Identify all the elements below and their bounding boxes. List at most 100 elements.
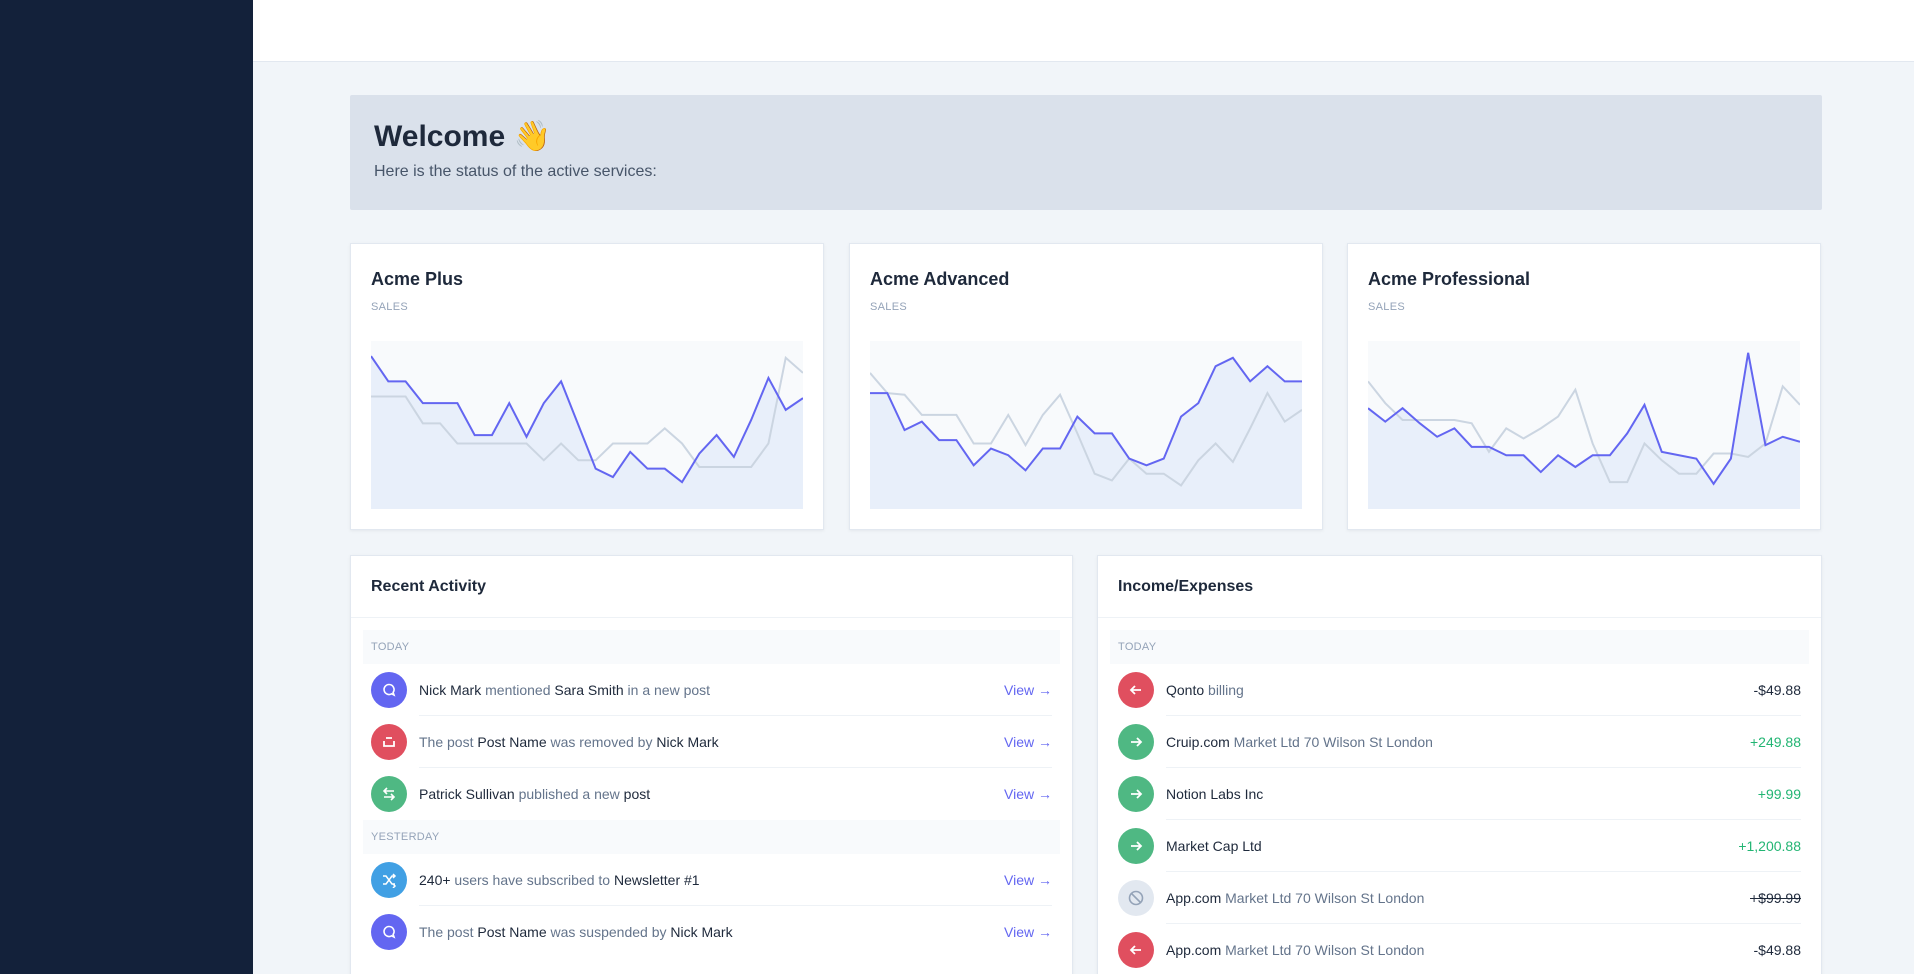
item-text-strong: 240+ bbox=[419, 871, 451, 888]
activity-item: Nick Mark mentioned Sara Smith in a new … bbox=[363, 664, 1060, 716]
chat-bubble-icon bbox=[371, 914, 407, 950]
sidebar bbox=[0, 0, 253, 974]
card-title: Recent Activity bbox=[351, 556, 1072, 618]
item-content: Qonto billing -$49.88 bbox=[1166, 664, 1801, 716]
item-content: Patrick Sullivan published a new post Vie… bbox=[419, 768, 1052, 820]
item-text-strong: Qonto bbox=[1166, 681, 1205, 698]
item-text: App.com Market Ltd 70 Wilson St London bbox=[1166, 942, 1424, 958]
item-text-normal: billing bbox=[1204, 681, 1244, 698]
transaction-item: App.com Market Ltd 70 Wilson St London +$… bbox=[1110, 872, 1809, 924]
activity-item: Patrick Sullivan published a new post Vie… bbox=[363, 768, 1060, 820]
group-label: TODAY bbox=[363, 630, 1060, 664]
transaction-item: Cruip.com Market Ltd 70 Wilson St London… bbox=[1110, 716, 1809, 768]
amount: -$49.88 bbox=[1753, 942, 1801, 958]
activity-list: TODAY Nick Mark mentioned Sara Smith in a… bbox=[351, 618, 1072, 970]
welcome-banner: Welcome 👋 Here is the status of the acti… bbox=[350, 95, 1822, 210]
view-link[interactable]: View → bbox=[1004, 872, 1052, 888]
recent-activity-card: Recent Activity TODAY Nick Mark mentioned… bbox=[350, 555, 1073, 974]
item-content: App.com Market Ltd 70 Wilson St London -$… bbox=[1166, 924, 1801, 974]
swap-arrows-icon bbox=[371, 776, 407, 812]
item-text-strong: Notion Labs Inc bbox=[1166, 785, 1264, 802]
item-text-normal: Market Ltd 70 Wilson St London bbox=[1221, 889, 1425, 906]
item-text: Cruip.com Market Ltd 70 Wilson St London bbox=[1166, 734, 1433, 750]
item-content: The post Post Name was removed by Nick M… bbox=[419, 716, 1052, 768]
item-text-strong: Newsletter #1 bbox=[613, 871, 700, 888]
chart-subtitle: SALES bbox=[1368, 301, 1405, 313]
sales-chart bbox=[371, 341, 803, 509]
arrow-left-icon bbox=[1118, 932, 1154, 968]
waving-hand-icon: 👋 bbox=[513, 120, 551, 153]
item-text-strong: App.com bbox=[1166, 942, 1222, 958]
amount: +1,200.88 bbox=[1738, 837, 1801, 854]
item-content: The post Post Name was suspended by Nick… bbox=[419, 906, 1052, 958]
group-label: TODAY bbox=[1110, 630, 1809, 664]
arrow-right-icon bbox=[1118, 724, 1154, 760]
welcome-title: Welcome 👋 bbox=[374, 119, 1798, 155]
item-text-strong: App.com bbox=[1166, 889, 1222, 906]
item-text-strong: Nick Mark bbox=[656, 733, 719, 750]
item-text-strong: Patrick Sullivan bbox=[419, 786, 515, 802]
arrow-right-icon bbox=[1118, 828, 1154, 864]
item-text-strong: Post Name bbox=[477, 924, 547, 940]
chart-subtitle: SALES bbox=[870, 301, 907, 313]
amount: -$49.88 bbox=[1753, 681, 1801, 698]
amount: +$99.99 bbox=[1750, 889, 1801, 906]
transaction-item: Notion Labs Inc +99.99 bbox=[1110, 768, 1809, 820]
amount: +249.88 bbox=[1750, 733, 1801, 750]
item-text-normal: The post bbox=[419, 924, 478, 940]
item-content: 240+ users have subscribed to Newsletter… bbox=[419, 854, 1052, 906]
item-text-strong: Nick Mark bbox=[670, 924, 733, 940]
item-text-strong: Post Name bbox=[477, 733, 547, 750]
item-content: App.com Market Ltd 70 Wilson St London +$… bbox=[1166, 872, 1801, 924]
chart-card-acme-advanced: Acme Advanced SALES bbox=[849, 243, 1323, 530]
sales-chart bbox=[870, 341, 1302, 509]
item-text: 240+ users have subscribed to Newsletter… bbox=[419, 872, 700, 888]
item-text-strong: Cruip.com bbox=[1166, 733, 1230, 750]
blocked-icon bbox=[1118, 880, 1154, 916]
transaction-item: Qonto billing -$49.88 bbox=[1110, 664, 1809, 716]
view-link[interactable]: View → bbox=[1004, 682, 1052, 698]
transaction-item: App.com Market Ltd 70 Wilson St London -$… bbox=[1110, 924, 1809, 974]
activity-item: The post Post Name was suspended by Nick… bbox=[363, 906, 1060, 958]
item-text: App.com Market Ltd 70 Wilson St London bbox=[1166, 890, 1424, 906]
activity-item: 240+ users have subscribed to Newsletter… bbox=[363, 854, 1060, 906]
item-content: Market Cap Ltd +1,200.88 bbox=[1166, 820, 1801, 872]
chart-title: Acme Advanced bbox=[870, 269, 1010, 289]
arrow-left-icon bbox=[1118, 672, 1154, 708]
view-link[interactable]: View → bbox=[1004, 734, 1052, 750]
chart-card-acme-professional: Acme Professional SALES bbox=[1347, 243, 1821, 530]
arrow-right-icon bbox=[1118, 776, 1154, 812]
view-link[interactable]: View → bbox=[1004, 786, 1052, 802]
item-text: The post Post Name was suspended by Nick… bbox=[419, 924, 733, 940]
item-text-normal: Market Ltd 70 Wilson St London bbox=[1221, 942, 1425, 958]
item-text-strong: Market Cap Ltd bbox=[1166, 837, 1262, 854]
item-text: Notion Labs Inc bbox=[1166, 786, 1263, 802]
item-text-strong: post bbox=[623, 786, 651, 802]
item-text-normal: was removed by bbox=[546, 733, 657, 750]
chart-title: Acme Plus bbox=[371, 269, 464, 289]
welcome-title-text: Welcome bbox=[374, 120, 506, 153]
item-text: Patrick Sullivan published a new post bbox=[419, 786, 650, 802]
item-content: Notion Labs Inc +99.99 bbox=[1166, 768, 1801, 820]
item-text: Qonto billing bbox=[1166, 682, 1244, 698]
activity-item: The post Post Name was removed by Nick M… bbox=[363, 716, 1060, 768]
item-text-normal: Market Ltd 70 Wilson St London bbox=[1229, 733, 1433, 750]
transaction-item: Market Cap Ltd +1,200.88 bbox=[1110, 820, 1809, 872]
chart-card-acme-plus: Acme Plus SALES bbox=[350, 243, 824, 530]
sales-chart bbox=[1368, 341, 1800, 509]
item-text-strong: Nick Mark bbox=[419, 681, 482, 698]
chat-bubble-icon bbox=[371, 672, 407, 708]
income-expenses-card: Income/Expenses TODAY Qonto billing -$49.8… bbox=[1097, 555, 1822, 974]
item-text-normal: published a new bbox=[514, 786, 624, 802]
item-text-strong: Sara Smith bbox=[554, 681, 624, 698]
welcome-subtitle: Here is the status of the active service… bbox=[374, 163, 657, 180]
item-text: The post Post Name was removed by Nick M… bbox=[419, 734, 719, 750]
chart-title: Acme Professional bbox=[1368, 269, 1531, 289]
view-link[interactable]: View → bbox=[1004, 924, 1052, 940]
group-label: YESTERDAY bbox=[363, 820, 1060, 854]
card-title: Income/Expenses bbox=[1098, 556, 1821, 618]
item-content: Nick Mark mentioned Sara Smith in a new … bbox=[419, 664, 1052, 716]
transaction-list: TODAY Qonto billing -$49.88 Cruip.com Marke… bbox=[1098, 618, 1821, 974]
item-text-normal: was suspended by bbox=[546, 924, 671, 940]
item-text-normal: users have subscribed to bbox=[450, 871, 614, 888]
